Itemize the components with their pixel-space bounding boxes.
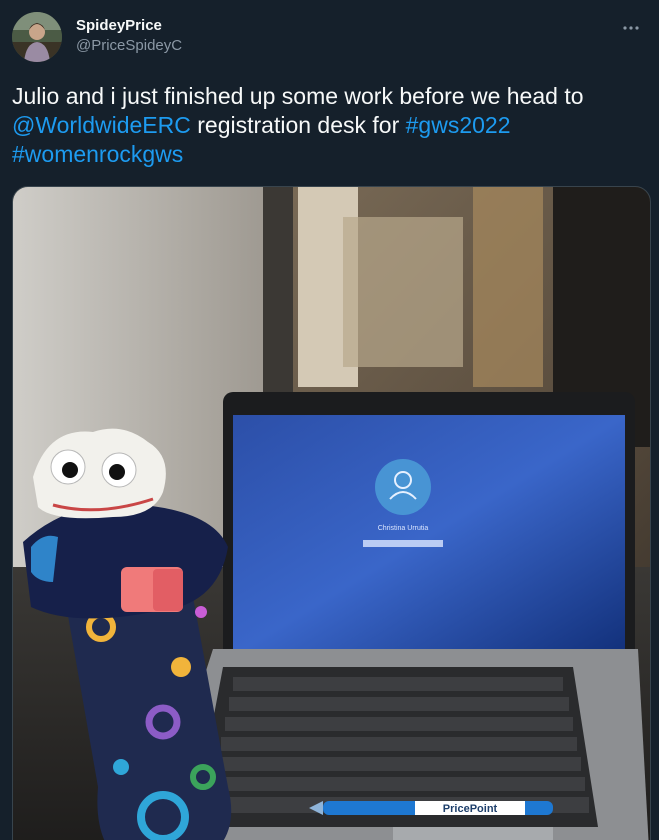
hashtag-link-womenrockgws[interactable]: #womenrockgws [12,141,183,167]
author-handle[interactable]: @PriceSpideyC [76,36,182,56]
tweet-text-mid: registration desk for [190,112,406,138]
tweet-header: SpideyPrice @PriceSpideyC [0,0,659,76]
more-horizontal-icon [623,26,639,30]
photo-illustration: Christina Urrutia PricePoint [13,187,650,840]
avatar-image [12,12,62,62]
avatar[interactable] [12,12,62,62]
tweet-photo[interactable]: Christina Urrutia PricePoint [12,186,651,840]
author-names: SpideyPrice @PriceSpideyC [76,16,182,56]
tweet-text-lead: Julio and i just finished up some work b… [12,83,584,109]
author-display-name[interactable]: SpideyPrice [76,16,182,36]
hashtag-link-gws2022[interactable]: #gws2022 [406,112,511,138]
screen-user-name: Christina Urrutia [378,525,429,532]
pen-brand-text: PricePoint [443,803,498,815]
tweet-text: Julio and i just finished up some work b… [12,82,642,169]
more-options-button[interactable] [617,14,645,42]
mention-link[interactable]: @WorldwideERC [12,112,191,138]
